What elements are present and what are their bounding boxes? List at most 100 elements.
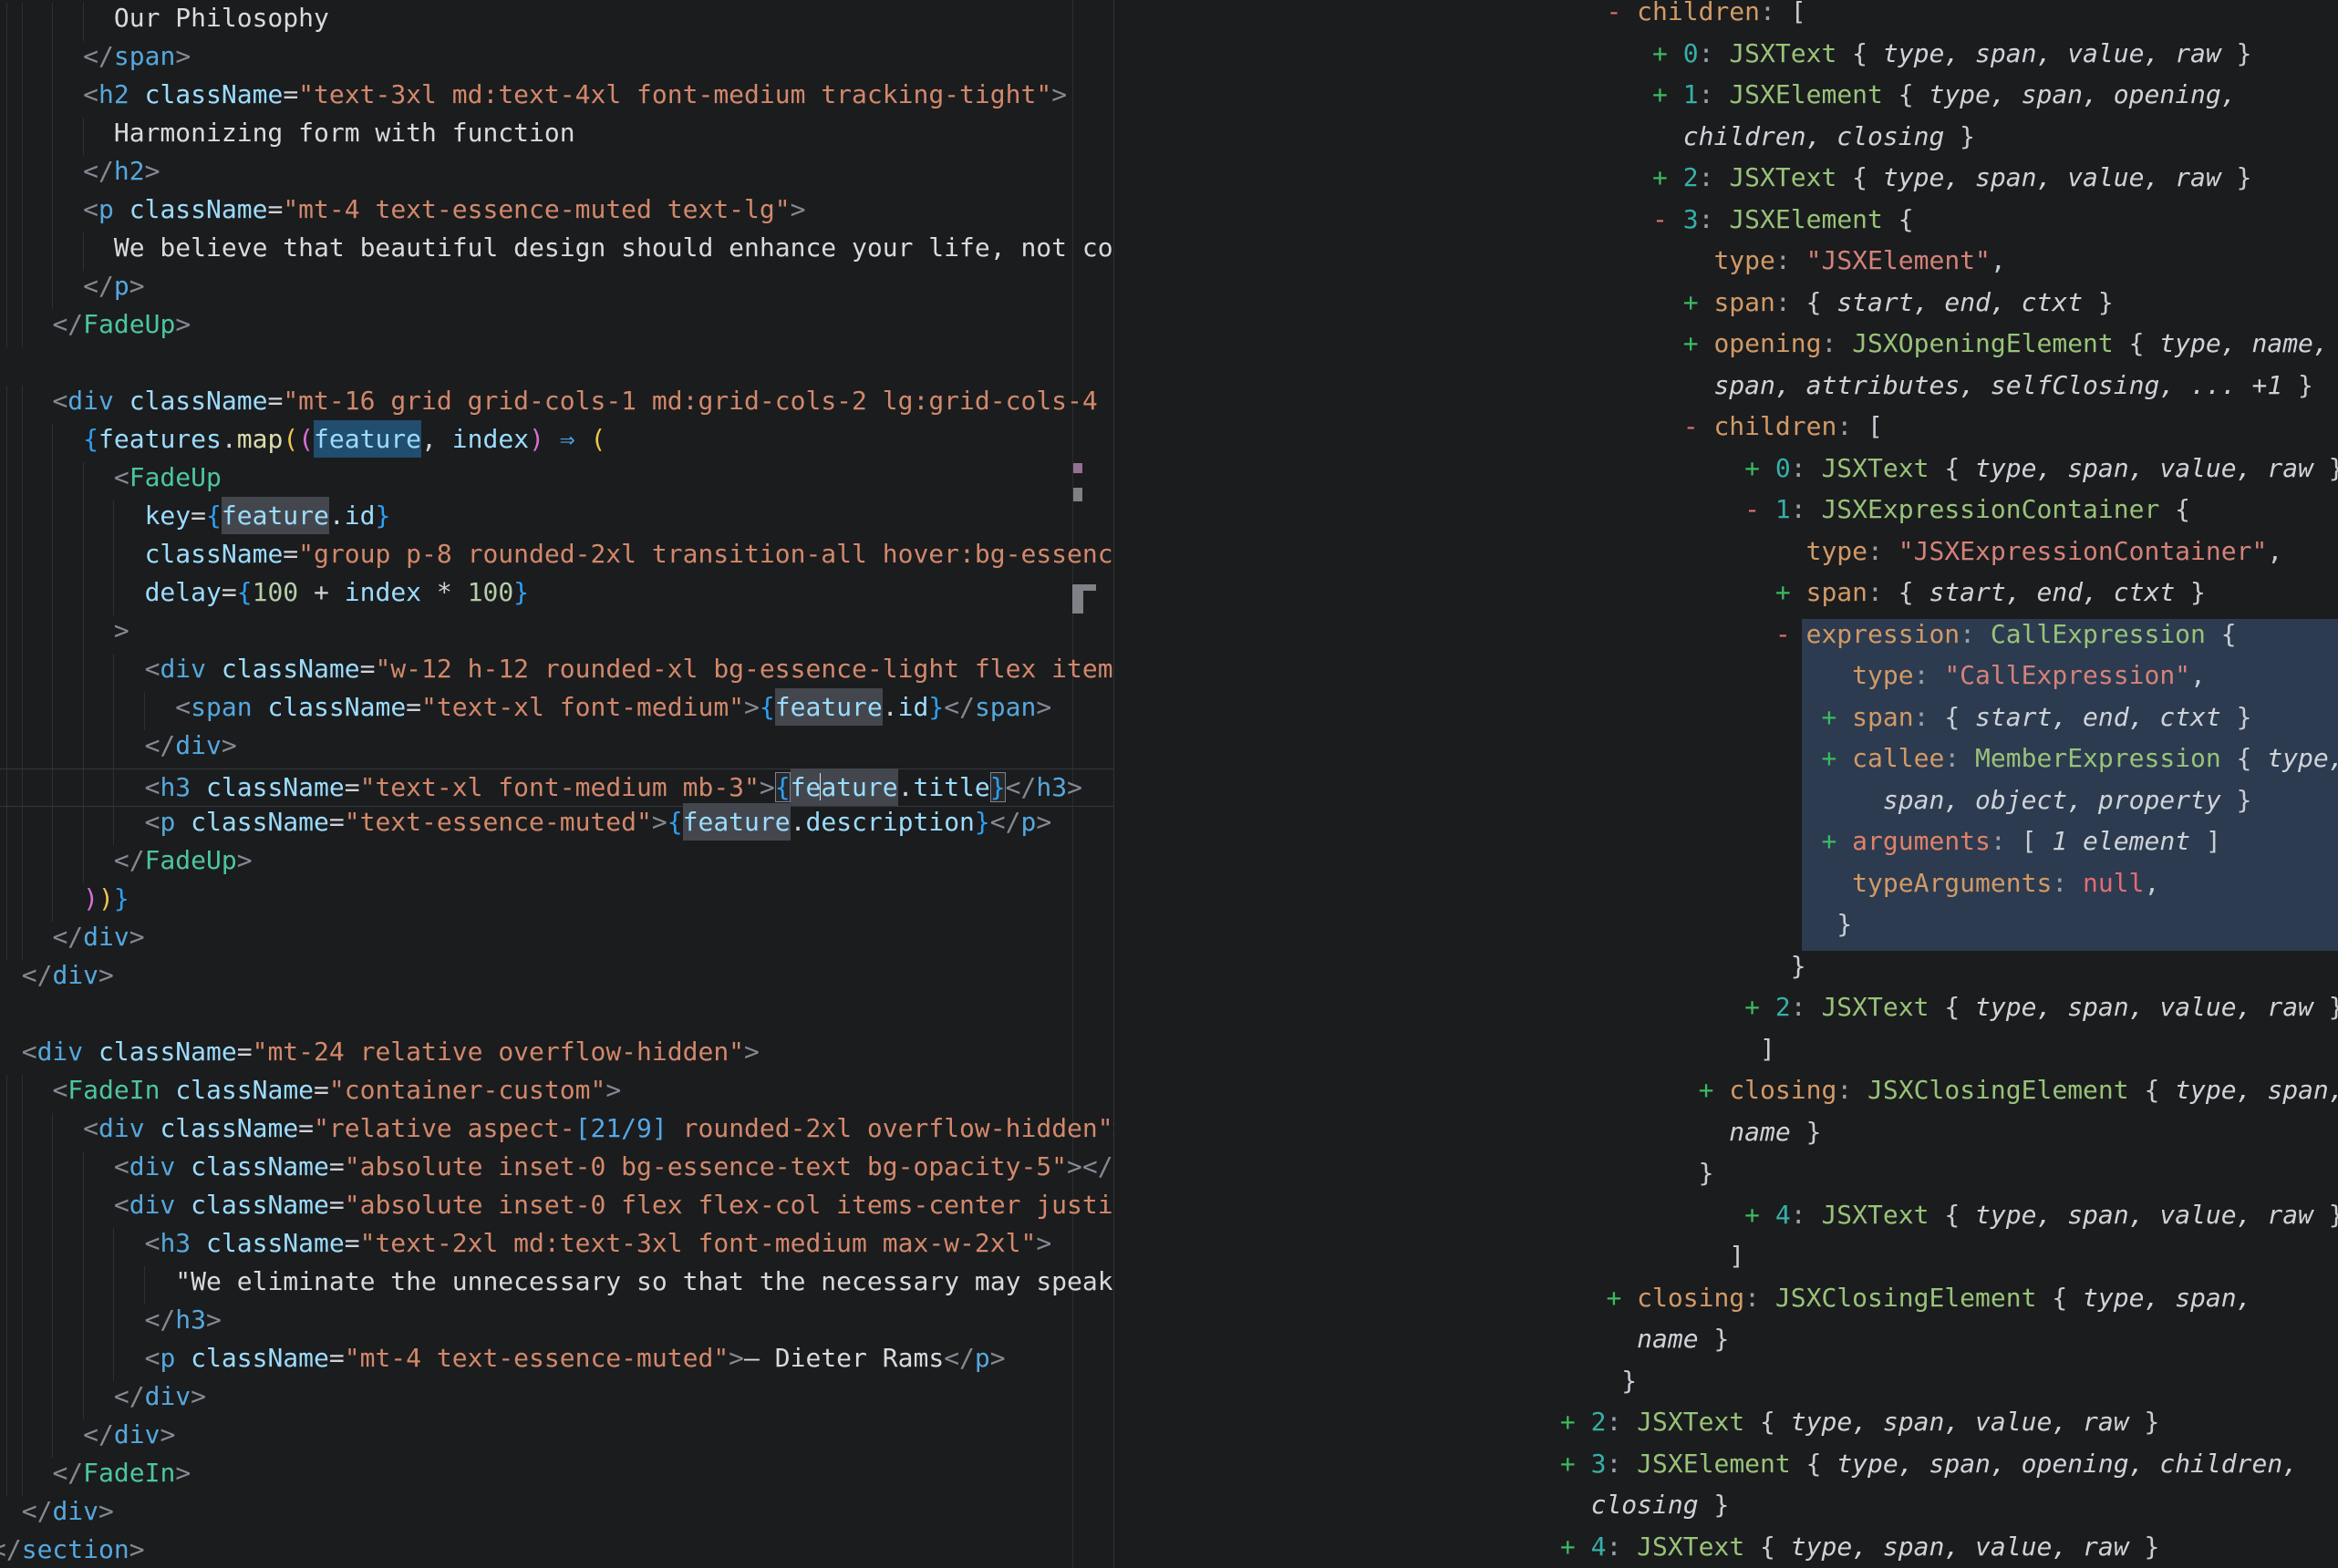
expand-toggle-icon[interactable]: +: [1775, 577, 1806, 607]
code-line[interactable]: </div>: [0, 1496, 1114, 1534]
ast-line[interactable]: }: [1114, 1366, 2338, 1408]
collapse-toggle-icon[interactable]: -: [1775, 619, 1806, 649]
collapse-toggle-icon[interactable]: -: [1652, 204, 1683, 234]
code-line[interactable]: <span className="text-xl font-medium">{f…: [0, 692, 1114, 730]
code-line[interactable]: "We eliminate the unnecessary so that th…: [0, 1266, 1114, 1305]
expand-toggle-icon[interactable]: +: [1606, 1283, 1637, 1313]
code-line[interactable]: </div>: [0, 922, 1114, 960]
code-line[interactable]: key={feature.id}: [0, 500, 1114, 539]
code-line[interactable]: </div>: [0, 1381, 1114, 1419]
ast-line[interactable]: + 2: JSXText { type, span, value, raw }: [1114, 1407, 2338, 1449]
code-line[interactable]: <div className="mt-16 grid grid-cols-1 m…: [0, 386, 1114, 424]
ast-line[interactable]: span, attributes, selfClosing, ... +1 }: [1114, 370, 2338, 412]
code-line[interactable]: <p className="mt-4 text-essence-muted te…: [0, 194, 1114, 232]
code-line[interactable]: <div className="absolute inset-0 flex fl…: [0, 1190, 1114, 1228]
ast-line[interactable]: + callee: MemberExpression { type,: [1114, 743, 2338, 785]
expand-toggle-icon[interactable]: +: [1683, 287, 1714, 317]
code-line[interactable]: <div className="absolute inset-0 bg-esse…: [0, 1151, 1114, 1190]
code-line[interactable]: </FadeUp>: [0, 845, 1114, 883]
expand-toggle-icon[interactable]: +: [1699, 1075, 1730, 1105]
code-line[interactable]: <p className="text-essence-muted">{featu…: [0, 807, 1114, 845]
code-line[interactable]: <h2 className="text-3xl md:text-4xl font…: [0, 79, 1114, 118]
ast-selected-node-block[interactable]: - expression: CallExpression { type: "Ca…: [1114, 619, 2338, 951]
ast-line[interactable]: name }: [1114, 1324, 2338, 1366]
ast-line[interactable]: + 2: JSXText { type, span, value, raw }: [1114, 162, 2338, 204]
expand-toggle-icon[interactable]: +: [1821, 743, 1852, 773]
ast-line[interactable]: span, object, property }: [1114, 785, 2338, 827]
ast-line[interactable]: + closing: JSXClosingElement { type, spa…: [1114, 1075, 2338, 1117]
code-line[interactable]: delay={100 + index * 100}: [0, 577, 1114, 615]
code-line[interactable]: </section>: [0, 1534, 1114, 1568]
code-line[interactable]: ))}: [0, 883, 1114, 922]
ast-line[interactable]: + 1: JSXElement { type, span, opening,: [1114, 79, 2338, 121]
ast-line[interactable]: + 0: JSXText { type, span, value, raw }: [1114, 453, 2338, 495]
ast-line[interactable]: + closing: JSXClosingElement { type, spa…: [1114, 1283, 2338, 1325]
ast-tree-pane[interactable]: - children: [ + 0: JSXText { type, span,…: [1114, 0, 2338, 1568]
code-line[interactable]: </h2>: [0, 156, 1114, 194]
code-line[interactable]: {features.map((feature, index) ⇒ (: [0, 424, 1114, 462]
code-line[interactable]: We believe that beautiful design should …: [0, 232, 1114, 271]
ast-line[interactable]: + span: { start, end, ctxt }: [1114, 287, 2338, 329]
ast-line[interactable]: + 3: JSXElement { type, span, opening, c…: [1114, 1449, 2338, 1491]
ast-line[interactable]: + span: { start, end, ctxt }: [1114, 702, 2338, 744]
code-editor-pane[interactable]: Our Philosophy </span> <h2 className="te…: [0, 0, 1114, 1568]
ast-line[interactable]: }: [1114, 951, 2338, 993]
ast-line[interactable]: ]: [1114, 1034, 2338, 1076]
ast-line[interactable]: closing }: [1114, 1490, 2338, 1532]
ast-line[interactable]: name }: [1114, 1117, 2338, 1159]
code-line[interactable]: [0, 998, 1114, 1037]
ast-line[interactable]: type: "JSXElement",: [1114, 245, 2338, 287]
expand-toggle-icon[interactable]: +: [1744, 1200, 1775, 1230]
expand-toggle-icon[interactable]: +: [1652, 162, 1683, 192]
ast-line[interactable]: - expression: CallExpression {: [1114, 619, 2338, 661]
code-line[interactable]: <div className="relative aspect-[21/9] r…: [0, 1113, 1114, 1151]
code-line[interactable]: </div>: [0, 730, 1114, 769]
code-line[interactable]: Harmonizing form with function: [0, 118, 1114, 156]
ast-line[interactable]: + opening: JSXOpeningElement { type, nam…: [1114, 328, 2338, 370]
code-line[interactable]: Our Philosophy: [0, 3, 1114, 41]
expand-toggle-icon[interactable]: +: [1744, 453, 1775, 483]
ast-line[interactable]: + 4: JSXText { type, span, value, raw }: [1114, 1532, 2338, 1568]
expand-toggle-icon[interactable]: +: [1560, 1407, 1591, 1437]
expand-toggle-icon[interactable]: +: [1652, 79, 1683, 109]
collapse-toggle-icon[interactable]: -: [1606, 0, 1637, 26]
code-line[interactable]: </FadeIn>: [0, 1458, 1114, 1496]
code-line[interactable]: <h3 className="text-2xl md:text-3xl font…: [0, 1228, 1114, 1266]
code-line[interactable]: className="group p-8 rounded-2xl transit…: [0, 539, 1114, 577]
ast-line[interactable]: type: "CallExpression",: [1114, 660, 2338, 702]
code-line[interactable]: </FadeUp>: [0, 309, 1114, 347]
ast-line[interactable]: children, closing }: [1114, 121, 2338, 163]
expand-toggle-icon[interactable]: +: [1652, 38, 1683, 68]
collapse-toggle-icon[interactable]: -: [1683, 411, 1714, 441]
ast-line[interactable]: + span: { start, end, ctxt }: [1114, 577, 2338, 619]
code-line[interactable]: [0, 347, 1114, 386]
ast-line[interactable]: + 0: JSXText { type, span, value, raw }: [1114, 38, 2338, 80]
collapse-toggle-icon[interactable]: -: [1744, 494, 1775, 524]
expand-toggle-icon[interactable]: +: [1821, 826, 1852, 856]
expand-toggle-icon[interactable]: +: [1821, 702, 1852, 732]
ast-line[interactable]: }: [1114, 909, 2338, 951]
expand-toggle-icon[interactable]: +: [1560, 1532, 1591, 1562]
expand-toggle-icon[interactable]: +: [1683, 328, 1714, 358]
code-line[interactable]: </div>: [0, 1419, 1114, 1458]
ast-line[interactable]: }: [1114, 1158, 2338, 1200]
ast-line[interactable]: ]: [1114, 1241, 2338, 1283]
code-line[interactable]: </h3>: [0, 1305, 1114, 1343]
ast-line[interactable]: type: "JSXExpressionContainer",: [1114, 536, 2338, 578]
code-line[interactable]: <p className="mt-4 text-essence-muted">—…: [0, 1343, 1114, 1381]
source-code[interactable]: Our Philosophy </span> <h2 className="te…: [0, 3, 1114, 1568]
code-line[interactable]: <div className="w-12 h-12 rounded-xl bg-…: [0, 654, 1114, 692]
ast-line[interactable]: - 3: JSXElement {: [1114, 204, 2338, 246]
ast-tree[interactable]: - children: [ + 0: JSXText { type, span,…: [1114, 0, 2338, 1568]
expand-toggle-icon[interactable]: +: [1560, 1449, 1591, 1479]
code-line[interactable]: <div className="mt-24 relative overflow-…: [0, 1037, 1114, 1075]
code-line[interactable]: </p>: [0, 271, 1114, 309]
ast-line[interactable]: + 2: JSXText { type, span, value, raw }: [1114, 992, 2338, 1034]
ast-line[interactable]: - 1: JSXExpressionContainer {: [1114, 494, 2338, 536]
expand-toggle-icon[interactable]: +: [1744, 992, 1775, 1022]
code-line[interactable]: </div>: [0, 960, 1114, 998]
ast-line[interactable]: typeArguments: null,: [1114, 868, 2338, 910]
code-line[interactable]: <FadeIn className="container-custom">: [0, 1075, 1114, 1113]
ast-line[interactable]: + 4: JSXText { type, span, value, raw }: [1114, 1200, 2338, 1242]
code-line[interactable]: </span>: [0, 41, 1114, 79]
